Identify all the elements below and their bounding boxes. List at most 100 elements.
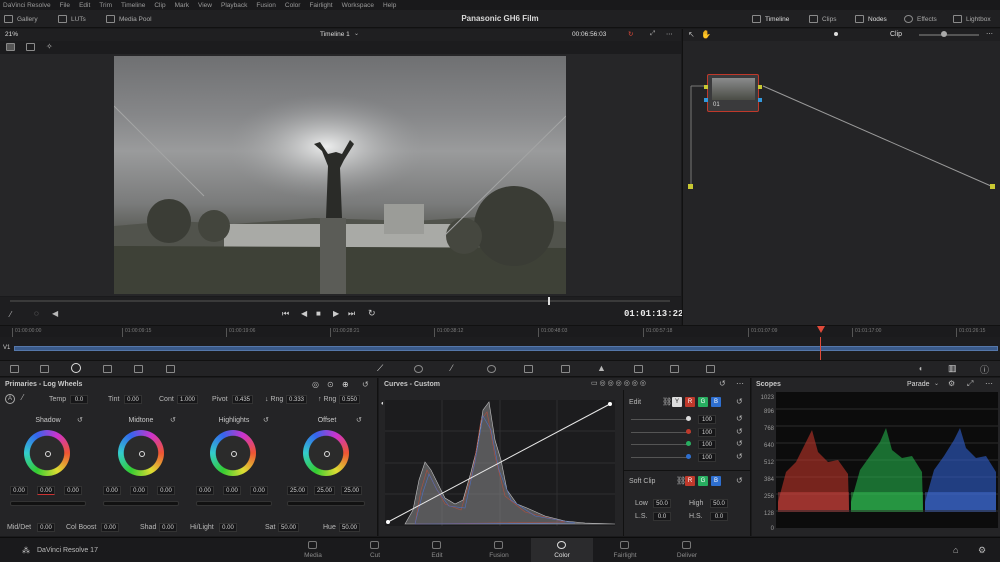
reset-icon[interactable]: ↺	[736, 397, 743, 406]
shadow-value-b[interactable]: 0.00	[64, 486, 82, 495]
home-icon[interactable]: ⌂	[953, 545, 958, 555]
b-intensity-handle[interactable]	[686, 454, 691, 459]
timeline-selector[interactable]: Timeline 1	[320, 31, 350, 38]
highlights-wheel[interactable]	[210, 430, 256, 476]
channel-y-button[interactable]: Y	[672, 397, 682, 407]
stop-icon[interactable]: ■	[316, 309, 321, 318]
play-icon[interactable]: ▶	[333, 309, 339, 318]
menu-item-color[interactable]: Color	[285, 2, 301, 9]
blur-icon[interactable]: ▲	[597, 363, 606, 373]
low-soft-field[interactable]: 0.0	[653, 512, 671, 521]
highlights-master-slider[interactable]	[196, 501, 272, 506]
camera-raw-icon[interactable]	[10, 365, 19, 373]
zoom-level[interactable]: 21%	[5, 31, 18, 38]
menu-item-view[interactable]: View	[198, 2, 212, 9]
qualifier-icon[interactable]: ⁄	[451, 363, 453, 373]
high-soft-field[interactable]: 0.0	[710, 512, 728, 521]
info-icon[interactable]: ⓘ	[980, 363, 989, 376]
high-range-field[interactable]: 0.550	[339, 395, 361, 404]
menu-item-timeline[interactable]: Timeline	[121, 2, 145, 9]
media-pool-button[interactable]: Media Pool	[106, 15, 152, 23]
mid-detail-field[interactable]: 0.00	[37, 523, 55, 532]
hue-field[interactable]: 50.00	[339, 523, 361, 532]
reset-icon[interactable]: ↺	[362, 380, 369, 389]
midtone-value-b[interactable]: 0.00	[157, 486, 175, 495]
offset-value-b[interactable]: 25.00	[341, 486, 363, 495]
wand-icon[interactable]: ✧	[46, 42, 53, 51]
more-icon[interactable]: ⋯	[985, 379, 993, 388]
midtone-reset-icon[interactable]: ↺	[170, 416, 176, 424]
b-intensity-field[interactable]: 100	[698, 453, 716, 462]
contrast-field[interactable]: 1.000	[177, 395, 199, 404]
y-intensity-handle[interactable]	[686, 416, 691, 421]
r-intensity-handle[interactable]	[686, 429, 691, 434]
menu-item-fusion[interactable]: Fusion	[256, 2, 276, 9]
wheels-mode-icon[interactable]: ◎	[312, 380, 319, 389]
go-to-end-icon[interactable]: ⏭	[348, 309, 355, 319]
node-editor[interactable]: ↖ ✋ Clip ⋯ 01	[682, 29, 1000, 325]
more-icon[interactable]: ⋯	[736, 379, 744, 388]
viewer-image[interactable]	[114, 56, 566, 294]
y-intensity-field[interactable]: 100	[698, 415, 716, 424]
tracker-icon[interactable]	[524, 365, 533, 373]
offset-reset-icon[interactable]: ↺	[356, 416, 362, 424]
color-wheels-icon[interactable]	[71, 363, 81, 373]
midtone-value-y[interactable]: 0.00	[103, 486, 121, 495]
highlights-reset-icon[interactable]: ↺	[263, 416, 269, 424]
scope-type-selector[interactable]: Parade	[907, 381, 930, 388]
3d-icon[interactable]	[706, 365, 715, 373]
luts-button[interactable]: LUTs	[58, 15, 86, 23]
scopes-icon[interactable]: ▥	[948, 363, 957, 374]
channel-g-button[interactable]: G	[698, 397, 708, 407]
lightbox-button[interactable]: Lightbox	[953, 15, 991, 23]
g-intensity-field[interactable]: 100	[698, 440, 716, 449]
low-range-field[interactable]: 0.333	[286, 395, 308, 404]
eyedropper-icon[interactable]: ⁄	[10, 310, 11, 319]
menu-item-playback[interactable]: Playback	[221, 2, 247, 9]
page-edit[interactable]: Edit	[406, 538, 468, 562]
reset-icon[interactable]: ↺	[736, 476, 743, 485]
menu-item-trim[interactable]: Trim	[99, 2, 112, 9]
menu-item-clip[interactable]: Clip	[154, 2, 165, 9]
hand-icon[interactable]: ✋	[701, 30, 711, 39]
window-icon[interactable]	[487, 365, 496, 373]
r-intensity-field[interactable]: 100	[698, 428, 716, 437]
reset-icon[interactable]: ↺	[719, 379, 726, 388]
shadow-wheel[interactable]	[24, 430, 70, 476]
node-output[interactable]	[758, 85, 762, 89]
fullscreen-icon[interactable]: ⤢	[650, 30, 655, 38]
scope-settings-icon[interactable]: ⚙	[948, 379, 955, 388]
nodes-button[interactable]: Nodes	[855, 15, 887, 23]
key-icon[interactable]	[634, 365, 643, 373]
menu-item-help[interactable]: Help	[383, 2, 396, 9]
offset-master-slider[interactable]	[287, 501, 365, 506]
node-key-output[interactable]	[758, 98, 762, 102]
link-icon[interactable]: ⛓	[662, 397, 672, 406]
tint-field[interactable]: 0.00	[124, 395, 142, 404]
shadows-field[interactable]: 0.00	[159, 523, 177, 532]
curve-mode-icons[interactable]: ▭ ◎ ◎ ◎ ◎ ◎ ◎	[591, 379, 646, 387]
scrub-handle[interactable]	[548, 297, 550, 305]
clips-button[interactable]: Clips	[809, 15, 836, 23]
b-intensity-slider[interactable]	[631, 457, 691, 458]
highlights-value-b[interactable]: 0.00	[250, 486, 268, 495]
play-reverse-icon[interactable]: ◀	[301, 309, 307, 318]
highlight-icon[interactable]: ◌	[34, 309, 39, 318]
menu-item-edit[interactable]: Edit	[79, 2, 90, 9]
pivot-field[interactable]: 0.435	[232, 395, 254, 404]
color-warper-icon[interactable]	[414, 365, 423, 373]
highlight-field[interactable]: 0.00	[219, 523, 237, 532]
low-field[interactable]: 50.0	[653, 499, 671, 508]
curve-graph[interactable]	[385, 400, 615, 526]
timeline-button[interactable]: Timeline	[752, 15, 789, 23]
zoom-slider[interactable]	[919, 31, 979, 37]
loop-icon[interactable]: ↻	[628, 30, 633, 38]
clip-bar[interactable]	[14, 346, 998, 351]
offset-value-g[interactable]: 25.00	[314, 486, 336, 495]
expand-icon[interactable]: ⤢	[967, 379, 973, 389]
auto-balance-icon[interactable]: A	[5, 394, 15, 404]
color-boost-field[interactable]: 0.00	[101, 523, 119, 532]
split-viewer-icon[interactable]	[26, 43, 35, 51]
menu-item-fairlight[interactable]: Fairlight	[309, 2, 332, 9]
color-match-icon[interactable]	[40, 365, 49, 373]
